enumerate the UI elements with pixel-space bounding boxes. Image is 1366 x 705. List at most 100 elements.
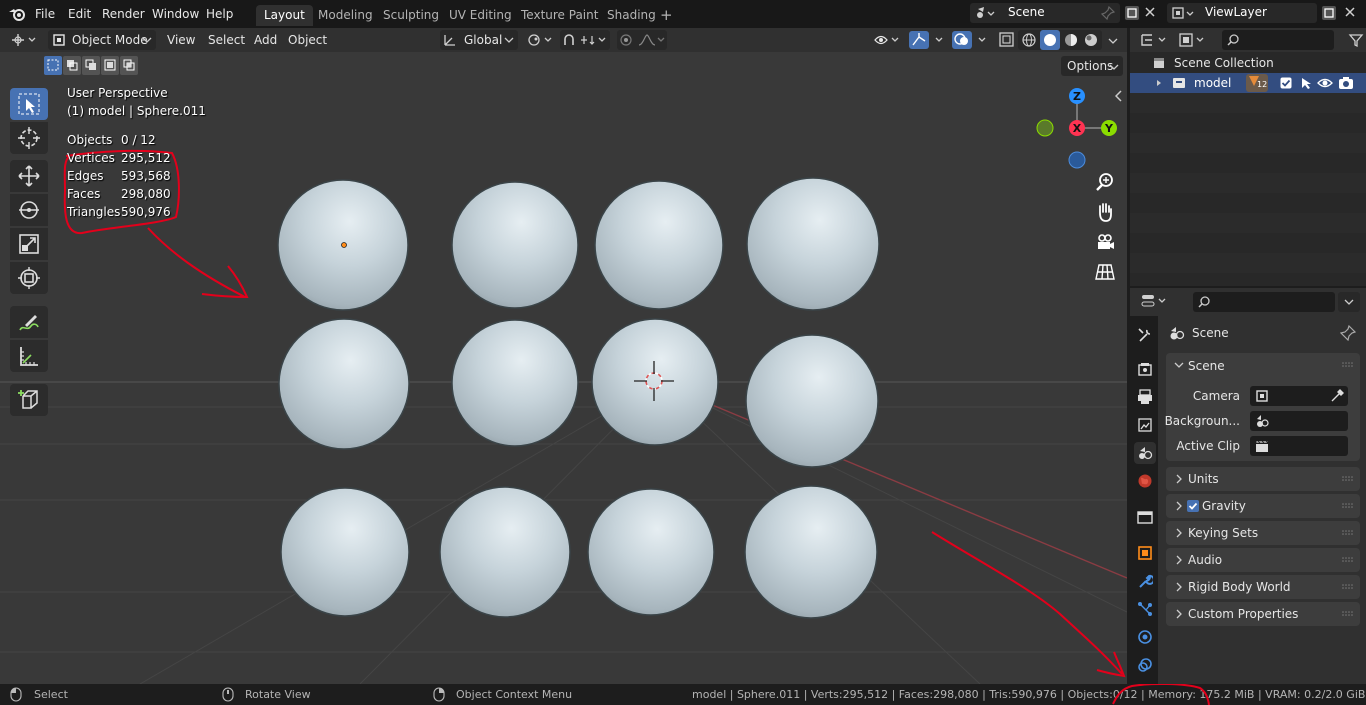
rigid-body-world-panel[interactable]: Rigid Body World	[1166, 575, 1360, 599]
tool-select-box[interactable]	[10, 88, 48, 120]
properties-options-button[interactable]	[1338, 292, 1360, 312]
sphere[interactable]	[591, 318, 719, 446]
shading-options-chevron-icon[interactable]	[1108, 37, 1118, 45]
tab-uv-editing[interactable]: UV Editing	[441, 5, 520, 26]
menu-render[interactable]: Render	[102, 0, 145, 28]
sphere[interactable]	[744, 485, 878, 619]
custom-properties-panel[interactable]: Custom Properties	[1166, 602, 1360, 626]
eye-icon[interactable]	[1317, 76, 1333, 90]
tool-cursor[interactable]	[10, 122, 48, 154]
menu-object[interactable]: Object	[283, 30, 332, 50]
tab-modeling[interactable]: Modeling	[310, 5, 381, 26]
rendered-shading-icon[interactable]	[1084, 33, 1098, 47]
menu-add[interactable]: Add	[249, 30, 282, 50]
navigation-gizmo[interactable]: Z Y X	[1030, 82, 1120, 172]
tab-constraints[interactable]	[1134, 654, 1156, 676]
options-button[interactable]: Options	[1061, 56, 1123, 76]
snap-icon[interactable]	[562, 33, 608, 47]
menu-select[interactable]: Select	[203, 30, 250, 50]
tab-world[interactable]	[1134, 470, 1156, 492]
select-invert-button[interactable]	[101, 56, 119, 75]
new-scene-icon[interactable]	[1123, 4, 1141, 22]
tab-scene[interactable]	[1134, 442, 1156, 464]
outliner-editor-type-icon[interactable]	[1140, 32, 1170, 48]
camera-view-icon[interactable]	[1093, 230, 1117, 254]
active-clip-field[interactable]	[1250, 436, 1348, 456]
render-camera-icon[interactable]	[1338, 76, 1354, 90]
sphere[interactable]	[745, 334, 879, 468]
snap-settings[interactable]	[560, 30, 610, 50]
tab-sculpting[interactable]: Sculpting	[375, 5, 447, 26]
drag-handle-icon[interactable]	[1342, 611, 1354, 617]
drag-handle-icon[interactable]	[1342, 584, 1354, 590]
tool-measure[interactable]	[10, 340, 48, 372]
select-intersect-button[interactable]	[120, 56, 138, 75]
transform-orientation-selector[interactable]: Global	[440, 30, 518, 50]
scene-selector[interactable]: Scene	[970, 3, 1120, 23]
gizmo-neg-y[interactable]	[1036, 119, 1054, 137]
sphere[interactable]	[451, 319, 579, 447]
filter-icon[interactable]	[1348, 32, 1364, 48]
tool-transform[interactable]	[10, 262, 48, 294]
menu-help[interactable]: Help	[206, 0, 233, 28]
drag-handle-icon[interactable]	[1342, 530, 1354, 536]
xray-toggle-icon[interactable]	[998, 31, 1016, 49]
overlays-toggle[interactable]	[952, 30, 994, 50]
chevron-left-icon[interactable]	[1115, 90, 1123, 102]
outliner-row-scene-collection[interactable]: Scene Collection	[1130, 53, 1366, 73]
tab-view-layer[interactable]	[1134, 414, 1156, 436]
drag-handle-icon[interactable]	[1342, 557, 1354, 563]
menu-file[interactable]: File	[35, 0, 55, 28]
tool-scale[interactable]	[10, 228, 48, 260]
sphere[interactable]	[280, 487, 410, 617]
units-panel[interactable]: Units	[1166, 467, 1360, 491]
drag-handle-icon[interactable]	[1342, 503, 1354, 509]
tab-output[interactable]	[1134, 386, 1156, 408]
properties-search-input[interactable]	[1193, 292, 1335, 312]
zoom-icon[interactable]	[1093, 170, 1117, 194]
sphere[interactable]	[278, 318, 410, 450]
chevron-down-icon[interactable]	[1174, 361, 1184, 369]
audio-panel[interactable]: Audio	[1166, 548, 1360, 572]
sphere[interactable]	[451, 181, 579, 309]
select-subtract-button[interactable]	[82, 56, 100, 75]
outliner-search-input[interactable]	[1222, 30, 1334, 50]
pivot-point-selector[interactable]	[524, 30, 558, 50]
pan-hand-icon[interactable]	[1093, 200, 1117, 224]
drag-handle-icon[interactable]	[1342, 476, 1354, 482]
children-badge[interactable]: 12	[1246, 74, 1268, 92]
object-visibility[interactable]	[872, 30, 904, 50]
tool-add-cube[interactable]	[10, 384, 48, 416]
tab-tool[interactable]	[1134, 324, 1156, 346]
sphere[interactable]	[439, 486, 571, 618]
tab-modifiers[interactable]	[1134, 570, 1156, 592]
editor-type-selector[interactable]	[8, 30, 42, 50]
sphere[interactable]	[746, 177, 880, 311]
wireframe-shading-icon[interactable]	[1022, 33, 1036, 47]
display-mode-icon[interactable]	[1178, 32, 1208, 48]
drag-handle-icon[interactable]	[1342, 362, 1354, 368]
tab-layout[interactable]: Layout	[256, 5, 313, 26]
gravity-panel[interactable]: Gravity	[1166, 494, 1360, 518]
proportional-editing-icon[interactable]	[619, 33, 665, 47]
pin-icon[interactable]	[1101, 6, 1115, 20]
tool-annotate[interactable]	[10, 306, 48, 338]
delete-view-layer-icon[interactable]	[1344, 6, 1356, 18]
proportional-editing[interactable]	[617, 30, 667, 50]
blender-logo-icon[interactable]	[8, 6, 26, 22]
gravity-checkbox[interactable]	[1187, 500, 1199, 512]
expand-arrow-icon[interactable]	[1155, 79, 1163, 87]
menu-edit[interactable]: Edit	[68, 0, 91, 28]
tab-texture-paint[interactable]: Texture Paint	[513, 5, 606, 26]
outliner-row-model[interactable]: model 12	[1130, 73, 1366, 93]
solid-shading-button[interactable]	[1040, 30, 1060, 50]
add-workspace-button[interactable]: +	[652, 5, 681, 26]
orthographic-grid-icon[interactable]	[1093, 260, 1117, 284]
view-layer-selector[interactable]: ViewLayer	[1167, 3, 1317, 23]
selectable-arrow-icon[interactable]	[1299, 76, 1313, 90]
tab-particles[interactable]	[1134, 598, 1156, 620]
exclude-checkbox-icon[interactable]	[1280, 77, 1292, 89]
tab-object[interactable]	[1134, 542, 1156, 564]
tool-move[interactable]	[10, 160, 48, 192]
keying-sets-panel[interactable]: Keying Sets	[1166, 521, 1360, 545]
